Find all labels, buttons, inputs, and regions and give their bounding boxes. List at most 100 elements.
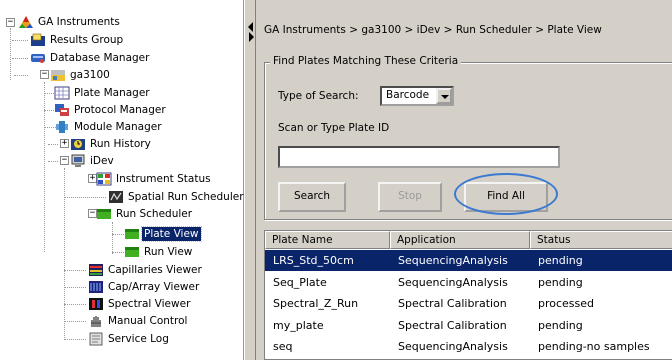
pane-splitter[interactable] — [244, 0, 256, 360]
tree-connector — [64, 321, 86, 322]
column-header-application[interactable]: Application — [390, 231, 530, 249]
cell-status: pending — [538, 254, 583, 267]
collapse-toggle[interactable]: − — [40, 70, 49, 79]
tree-connector — [112, 252, 124, 253]
tree-node-manual-control[interactable]: Manual Control — [88, 313, 189, 329]
collapse-toggle[interactable]: − — [6, 18, 15, 27]
stop-button[interactable]: Stop — [378, 182, 442, 212]
navigation-tree: − − + − + − GA Instruments Results Group… — [0, 0, 244, 360]
tree-label: Capillaries Viewer — [108, 264, 202, 276]
cell-application: Spectral Calibration — [398, 319, 507, 332]
collapse-left-icon[interactable] — [248, 22, 253, 32]
cell-plate-name: seq — [273, 340, 293, 353]
tree-node-plate-manager[interactable]: Plate Manager — [54, 85, 152, 101]
tree-label: Service Log — [108, 333, 169, 345]
tree-node-capillaries-viewer[interactable]: Capillaries Viewer — [88, 262, 204, 278]
cell-application: SequencingAnalysis — [398, 340, 508, 353]
cap-array-icon — [88, 280, 104, 294]
module-icon — [54, 120, 70, 134]
table-row[interactable]: my_plate Spectral Calibration pending — [265, 315, 672, 336]
table-row[interactable]: LRS_Std_50cm SequencingAnalysis pending — [265, 250, 672, 271]
spatial-icon — [108, 190, 124, 204]
table-row[interactable]: seq SequencingAnalysis pending-no sample… — [265, 336, 672, 357]
tree-label: iDev — [90, 155, 114, 167]
tree-label: Spatial Run Scheduler — [128, 191, 244, 203]
cell-plate-name: my_plate — [273, 319, 324, 332]
expand-toggle[interactable]: + — [60, 139, 69, 148]
tree-node-ga-instruments[interactable]: GA Instruments — [18, 14, 122, 30]
cell-plate-name: LRS_Std_50cm — [273, 254, 354, 267]
plates-table: Plate Name Application Status LRS_Std_50… — [264, 230, 672, 360]
tree-node-run-view[interactable]: Run View — [124, 244, 194, 260]
table-row[interactable]: Seq_Plate SequencingAnalysis pending — [265, 272, 672, 293]
cell-status: pending-no samples — [538, 340, 650, 353]
tree-node-run-scheduler[interactable]: Run Scheduler — [96, 206, 194, 222]
tree-node-spectral-viewer[interactable]: Spectral Viewer — [88, 296, 192, 312]
tree-label: Instrument Status — [116, 173, 211, 185]
group-title: Find Plates Matching These Criteria — [270, 55, 462, 67]
capillaries-icon — [88, 263, 104, 277]
column-header-plate-name[interactable]: Plate Name — [265, 231, 390, 249]
instrument-icon — [50, 68, 66, 82]
scan-plate-id-label: Scan or Type Plate ID — [278, 122, 390, 134]
tree-label: Run View — [144, 246, 193, 258]
tree-node-results-group[interactable]: Results Group — [30, 32, 125, 48]
tree-connector — [12, 58, 28, 59]
plate-view-panel: GA Instruments > ga3100 > iDev > Run Sch… — [256, 0, 672, 360]
tree-node-ga3100[interactable]: ga3100 — [50, 67, 112, 83]
tree-label: Protocol Manager — [74, 104, 166, 116]
cell-status: pending — [538, 276, 583, 289]
database-icon — [30, 51, 46, 65]
plate-id-input[interactable] — [278, 146, 560, 168]
spectral-icon — [88, 297, 104, 311]
tree-node-service-log[interactable]: Service Log — [88, 331, 171, 347]
cell-status: pending — [538, 319, 583, 332]
table-row[interactable]: Spectral_Z_Run Spectral Calibration proc… — [265, 293, 672, 314]
type-of-search-select[interactable]: Barcode — [380, 86, 454, 106]
tree-connector — [64, 304, 86, 305]
tree-node-idev[interactable]: iDev — [70, 153, 116, 169]
tree-connector — [64, 197, 106, 198]
cell-plate-name: Seq_Plate — [273, 276, 327, 289]
type-of-search-label: Type of Search: — [278, 90, 359, 102]
tree-connector — [44, 82, 45, 252]
status-grid-icon — [96, 172, 112, 186]
tree-label: Results Group — [50, 34, 124, 46]
column-header-status[interactable]: Status — [530, 231, 672, 249]
tree-label: ga3100 — [70, 69, 110, 81]
cell-application: SequencingAnalysis — [398, 276, 508, 289]
run-view-icon — [124, 245, 140, 259]
tree-label: Cap/Array Viewer — [108, 281, 200, 293]
tree-connector — [64, 270, 86, 271]
tree-node-cap-array-viewer[interactable]: Cap/Array Viewer — [88, 279, 201, 295]
expand-right-icon[interactable] — [249, 32, 254, 42]
highlight-ellipse — [454, 173, 558, 215]
collapse-toggle[interactable]: − — [60, 156, 69, 165]
tree-label: Database Manager — [50, 52, 150, 64]
protocol-icon — [54, 103, 70, 117]
tree-node-run-history[interactable]: Run History — [70, 136, 153, 152]
chevron-down-icon[interactable] — [436, 88, 452, 104]
tree-label: Manual Control — [108, 315, 188, 327]
tree-node-plate-view[interactable]: Plate View — [124, 226, 202, 242]
tree-node-database-manager[interactable]: Database Manager — [30, 50, 151, 66]
search-button[interactable]: Search — [278, 182, 346, 212]
log-icon — [88, 332, 104, 346]
tree-label: Spectral Viewer — [108, 298, 191, 310]
cell-status: processed — [538, 297, 595, 310]
tree-connector — [14, 75, 28, 76]
tree-connector — [64, 287, 86, 288]
tree-node-spatial-run-scheduler[interactable]: Spatial Run Scheduler — [108, 189, 246, 205]
tree-label: Run Scheduler — [116, 208, 193, 220]
breadcrumb: GA Instruments > ga3100 > iDev > Run Sch… — [264, 24, 602, 36]
tree-node-module-manager[interactable]: Module Manager — [54, 119, 164, 135]
tree-node-instrument-status[interactable]: Instrument Status — [96, 171, 213, 187]
scheduler-icon — [96, 207, 112, 221]
folder-icon — [30, 33, 46, 47]
table-header: Plate Name Application Status — [265, 231, 672, 249]
tree-connector — [64, 168, 65, 340]
cell-plate-name: Spectral_Z_Run — [273, 297, 359, 310]
tree-label: GA Instruments — [38, 16, 120, 28]
hand-icon — [88, 314, 104, 328]
tree-node-protocol-manager[interactable]: Protocol Manager — [54, 102, 168, 118]
